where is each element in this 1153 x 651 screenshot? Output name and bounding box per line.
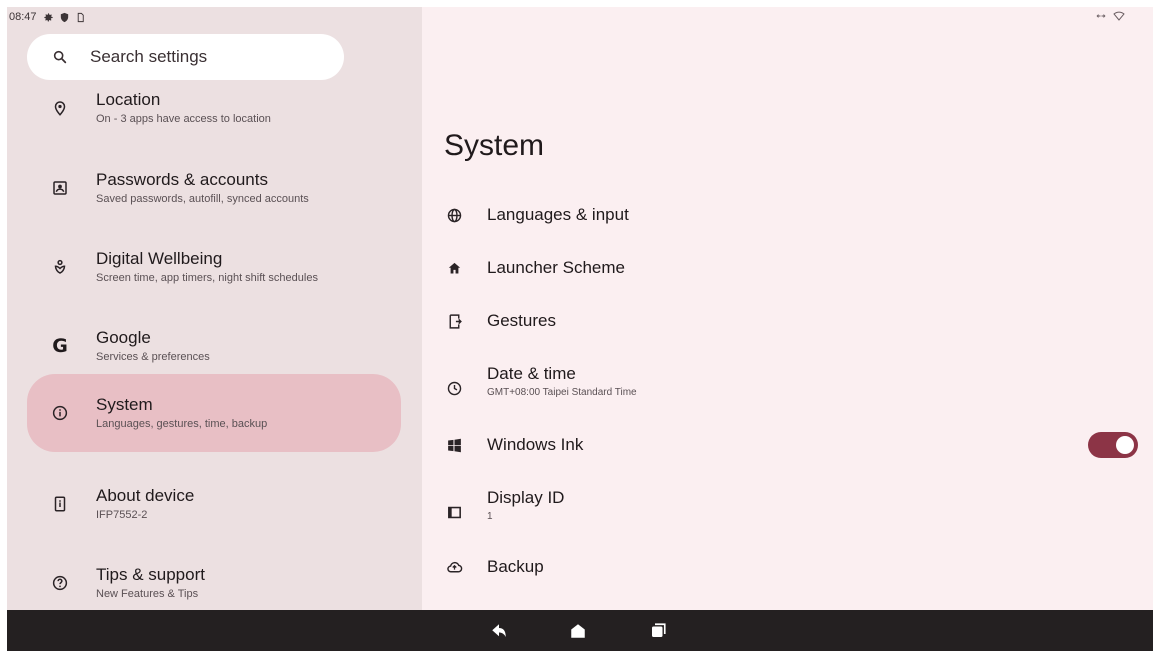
sidebar-item-title: Google (96, 327, 151, 347)
sidebar-item-title: About device (96, 485, 195, 505)
sidebar-item-subtitle: Saved passwords, autofill, synced accoun… (96, 192, 309, 205)
sidebar-item-subtitle: On - 3 apps have access to location (96, 112, 271, 125)
wellbeing-icon (51, 258, 69, 276)
wifi-icon (1113, 11, 1125, 21)
clock-icon (445, 379, 463, 397)
settings-item-date-time[interactable]: Date & time GMT+08:00 Taipei Standard Ti… (422, 364, 1153, 400)
google-g-glyph: G (52, 335, 68, 357)
sidebar-item-digital-wellbeing[interactable]: Digital Wellbeing Screen time, app timer… (27, 228, 401, 306)
sim-icon (77, 12, 84, 22)
gestures-icon (445, 312, 463, 330)
settings-item-backup[interactable]: Backup (422, 557, 1153, 577)
search-input[interactable]: Search settings (90, 47, 207, 67)
sidebar-item-title: Digital Wellbeing (96, 248, 223, 268)
page-title: System (444, 129, 545, 162)
sidebar-item-subtitle: Screen time, app timers, night shift sch… (96, 271, 318, 284)
settings-item-title: Launcher Scheme (487, 258, 625, 277)
settings-item-title: Display ID (487, 488, 565, 507)
device-icon (51, 495, 69, 513)
sidebar-item-subtitle: New Features & Tips (96, 587, 199, 600)
settings-item-title: Gestures (487, 311, 556, 330)
gear-icon (43, 12, 53, 21)
data-arrows-icon (1096, 14, 1106, 18)
settings-item-title: Windows Ink (487, 435, 584, 454)
google-g-icon: G (51, 335, 69, 357)
system-settings-panel: System Languages & input Launcher Scheme… (422, 7, 1153, 610)
status-bar-right (422, 7, 1153, 27)
settings-sidebar: 08:47 Search settings Location On - 3 ap… (7, 7, 422, 610)
location-pin-icon (51, 99, 69, 117)
search-icon (53, 50, 67, 64)
sidebar-item-about-device[interactable]: About device IFP7552-2 (27, 465, 401, 543)
sidebar-item-passwords-accounts[interactable]: Passwords & accounts Saved passwords, au… (27, 149, 401, 227)
settings-item-gestures[interactable]: Gestures (422, 311, 1153, 331)
sidebar-item-title: Passwords & accounts (96, 169, 268, 189)
settings-item-title: Backup (487, 557, 544, 576)
display-icon (445, 503, 463, 521)
sidebar-item-title: System (96, 394, 153, 414)
settings-item-launcher-scheme[interactable]: Launcher Scheme (422, 258, 1153, 278)
sidebar-item-location[interactable]: Location On - 3 apps have access to loca… (27, 69, 401, 147)
navigation-bar (7, 610, 1153, 651)
toggle-knob (1116, 436, 1134, 454)
windows-icon (445, 436, 463, 454)
info-icon (51, 404, 69, 422)
settings-window: 08:47 Search settings Location On - 3 ap… (7, 7, 1153, 651)
settings-item-subtitle: 1 (487, 511, 493, 522)
sidebar-item-subtitle: Services & preferences (96, 350, 210, 363)
settings-item-title: Date & time (487, 364, 576, 383)
cloud-backup-icon (445, 558, 463, 576)
home-nav-icon[interactable] (569, 622, 587, 640)
windows-ink-toggle[interactable] (1088, 432, 1138, 458)
shield-icon (60, 12, 68, 22)
settings-item-languages-input[interactable]: Languages & input (422, 205, 1153, 225)
globe-icon (445, 206, 463, 224)
settings-item-display-id[interactable]: Display ID 1 (422, 488, 1153, 524)
sidebar-item-subtitle: IFP7552-2 (96, 508, 148, 521)
settings-item-title: Languages & input (487, 205, 629, 224)
sidebar-item-system[interactable]: System Languages, gestures, time, backup (27, 374, 401, 452)
status-time: 08:47 (9, 11, 37, 23)
account-box-icon (51, 179, 69, 197)
home-icon (445, 259, 463, 277)
sidebar-item-subtitle: Languages, gestures, time, backup (96, 417, 268, 430)
sidebar-item-title: Tips & support (96, 564, 205, 584)
help-icon (51, 574, 69, 592)
recents-icon[interactable] (649, 622, 667, 640)
sidebar-item-title: Location (96, 89, 161, 109)
settings-item-subtitle: GMT+08:00 Taipei Standard Time (487, 387, 637, 398)
back-icon[interactable] (490, 622, 508, 640)
settings-item-windows-ink[interactable]: Windows Ink (422, 432, 1153, 458)
